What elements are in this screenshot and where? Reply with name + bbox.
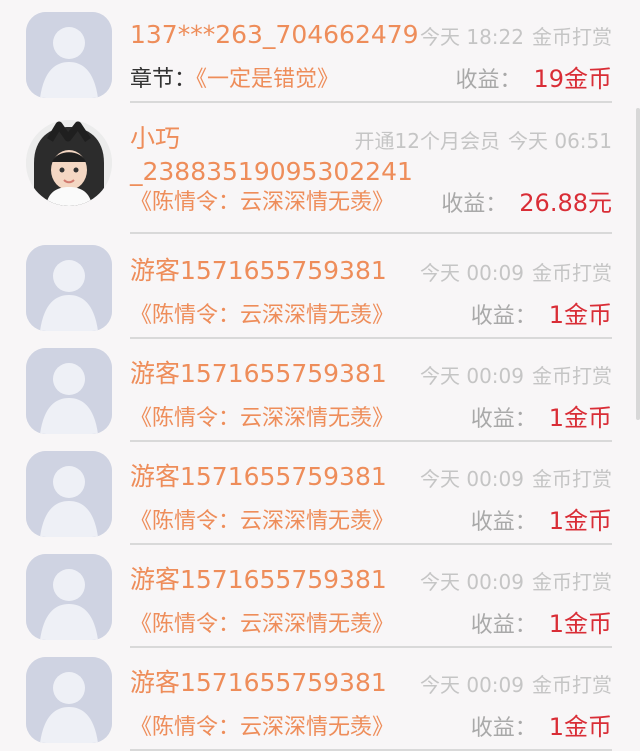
default-avatar-icon	[26, 12, 112, 98]
earnings-label: 收益：	[470, 407, 537, 432]
earnings-value: 1金币	[548, 404, 612, 432]
earnings-label: 收益：	[470, 613, 537, 638]
time-label: 今天 00:09	[420, 673, 524, 697]
action-label: 金币打赏	[532, 673, 612, 697]
list-item[interactable]: 游客1571655759381 今天 00:09 金币打赏 《陈情令：云深深情无羡…	[0, 648, 640, 751]
default-avatar-icon	[26, 451, 112, 537]
default-avatar-icon	[26, 657, 112, 743]
meta-info: 今天 00:09 金币打赏	[420, 361, 612, 391]
earnings: 收益： 1金币	[471, 401, 612, 437]
chapter-title[interactable]: 《陈情令：云深深情无羡》	[130, 406, 394, 431]
chapter-line: 《陈情令：云深深情无羡》	[130, 402, 394, 436]
earnings-label: 收益：	[455, 68, 522, 93]
default-avatar-icon	[26, 245, 112, 331]
earnings-value: 19金币	[533, 65, 612, 93]
time-label: 今天 06:51	[508, 129, 612, 153]
chapter-line: 《陈情令：云深深情无羡》	[130, 711, 394, 745]
chapter-label: 章节：	[130, 67, 197, 92]
chapter-title[interactable]: 《陈情令：云深深情无羡》	[130, 303, 394, 328]
chapter-line: 《陈情令：云深深情无羡》	[130, 186, 394, 220]
user-name: 游客1571655759381	[130, 565, 387, 594]
chapter-title[interactable]: 《陈情令：云深深情无羡》	[130, 190, 394, 215]
time-label: 今天 00:09	[420, 467, 524, 491]
list-item[interactable]: 游客1571655759381 今天 00:09 金币打赏 《陈情令：云深深情无羡…	[0, 442, 640, 545]
earnings: 收益： 26.88元	[441, 186, 612, 222]
divider	[130, 232, 612, 234]
list-item[interactable]: 游客1571655759381 今天 00:09 金币打赏 《陈情令：云深深情无羡…	[0, 545, 640, 648]
earnings-value: 1金币	[548, 610, 612, 638]
photo-avatar-icon	[26, 120, 112, 206]
earnings: 收益： 1金币	[471, 607, 612, 643]
user-name: 游客1571655759381	[130, 462, 387, 491]
time-label: 今天 00:09	[420, 570, 524, 594]
time-label: 今天 00:09	[420, 364, 524, 388]
earnings-value: 1金币	[548, 301, 612, 329]
list-item[interactable]: 小巧_23883519095302241 开通12个月会员 今天 06:51 《陈…	[0, 110, 640, 234]
chapter-line: 《陈情令：云深深情无羡》	[130, 505, 394, 539]
meta-info: 今天 00:09 金币打赏	[420, 670, 612, 700]
scrollbar[interactable]	[636, 108, 640, 420]
earnings-list: 137***263_704662479 今天 18:22 金币打赏 章节：《一定是…	[0, 0, 640, 751]
chapter-line: 《陈情令：云深深情无羡》	[130, 608, 394, 642]
earnings-label: 收益：	[470, 716, 537, 741]
chapter-title[interactable]: 《陈情令：云深深情无羡》	[130, 715, 394, 740]
meta-info: 今天 18:22 金币打赏	[420, 22, 612, 52]
meta-info: 今天 00:09 金币打赏	[420, 464, 612, 494]
meta-info: 今天 00:09 金币打赏	[420, 567, 612, 597]
chapter-line: 《陈情令：云深深情无羡》	[130, 299, 394, 333]
default-avatar-icon	[26, 554, 112, 640]
earnings: 收益： 1金币	[471, 710, 612, 746]
time-label: 今天 00:09	[420, 261, 524, 285]
earnings: 收益： 19金币	[455, 62, 612, 98]
earnings-value: 26.88元	[519, 189, 612, 217]
meta-info: 开通12个月会员 今天 06:51	[355, 126, 612, 156]
chapter-title[interactable]: 《一定是错觉》	[196, 67, 339, 92]
user-name: 游客1571655759381	[130, 668, 387, 697]
default-avatar-icon	[26, 348, 112, 434]
earnings-label: 收益：	[470, 304, 537, 329]
user-name: 137***263_704662479	[130, 20, 419, 49]
action-label: 金币打赏	[532, 570, 612, 594]
earnings-value: 1金币	[548, 713, 612, 741]
time-label: 今天 18:22	[420, 25, 524, 49]
action-label: 金币打赏	[532, 467, 612, 491]
user-name: 游客1571655759381	[130, 256, 387, 285]
user-name: 游客1571655759381	[130, 359, 387, 388]
earnings: 收益： 1金币	[471, 298, 612, 334]
list-item[interactable]: 137***263_704662479 今天 18:22 金币打赏 章节：《一定是…	[0, 0, 640, 103]
list-item[interactable]: 游客1571655759381 今天 00:09 金币打赏 《陈情令：云深深情无羡…	[0, 236, 640, 339]
divider	[130, 101, 612, 103]
list-item[interactable]: 游客1571655759381 今天 00:09 金币打赏 《陈情令：云深深情无羡…	[0, 339, 640, 442]
earnings-label: 收益：	[441, 192, 508, 217]
action-label: 开通12个月会员	[354, 129, 500, 153]
earnings-value: 1金币	[548, 507, 612, 535]
meta-info: 今天 00:09 金币打赏	[420, 258, 612, 288]
action-label: 金币打赏	[532, 25, 612, 49]
earnings: 收益： 1金币	[471, 504, 612, 540]
chapter-title[interactable]: 《陈情令：云深深情无羡》	[130, 509, 394, 534]
chapter-title[interactable]: 《陈情令：云深深情无羡》	[130, 612, 394, 637]
action-label: 金币打赏	[532, 364, 612, 388]
earnings-label: 收益：	[470, 510, 537, 535]
action-label: 金币打赏	[532, 261, 612, 285]
chapter-line: 章节：《一定是错觉》	[130, 63, 339, 97]
